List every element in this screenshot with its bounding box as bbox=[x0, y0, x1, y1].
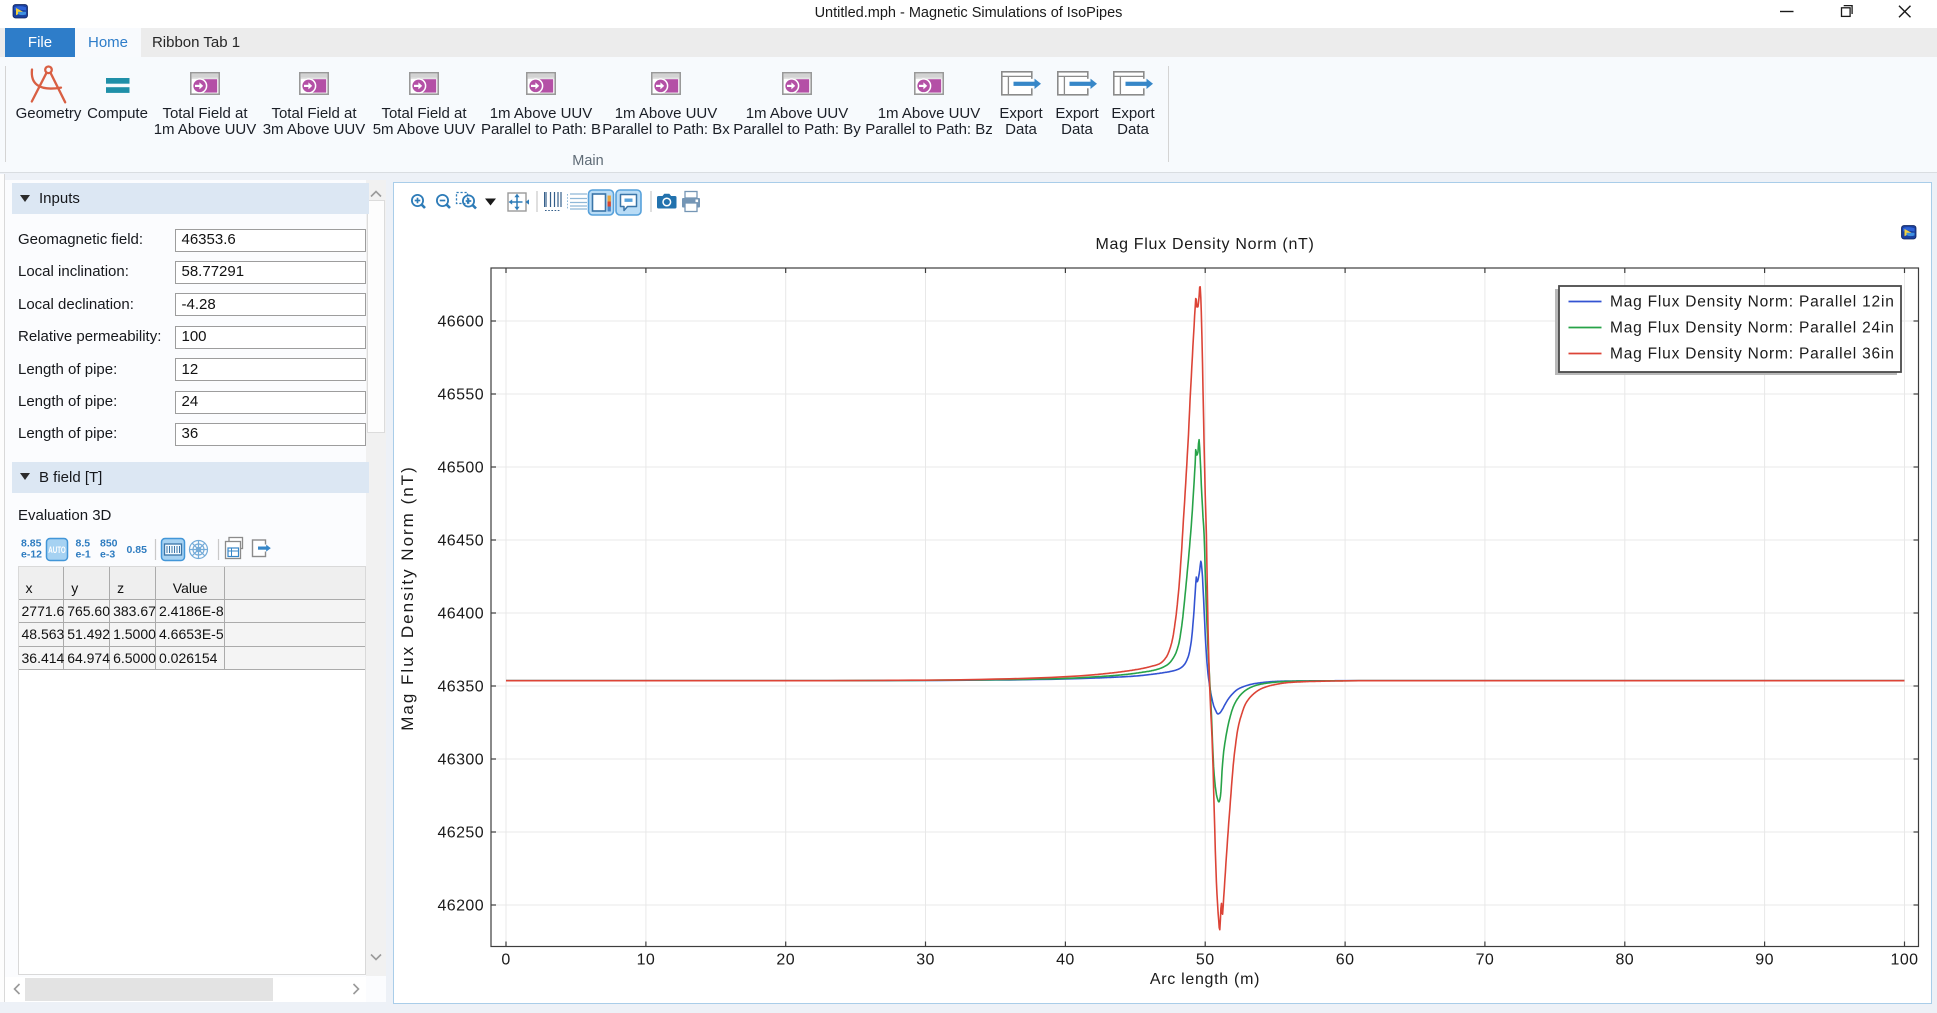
svg-text:e-1: e-1 bbox=[76, 549, 91, 561]
svg-text:70: 70 bbox=[1476, 952, 1495, 969]
svg-text:46200: 46200 bbox=[438, 898, 485, 915]
svg-text:20: 20 bbox=[776, 952, 795, 969]
svg-text:0: 0 bbox=[501, 952, 510, 969]
svg-text:Arc length (m): Arc length (m) bbox=[1150, 971, 1260, 988]
svg-text:100: 100 bbox=[1891, 952, 1919, 969]
svg-text:46250: 46250 bbox=[438, 825, 485, 842]
svg-text:40: 40 bbox=[1056, 952, 1075, 969]
svg-text:Mag Flux Density Norm: Paralle: Mag Flux Density Norm: Parallel 12in bbox=[1610, 294, 1895, 311]
svg-text:46550: 46550 bbox=[438, 387, 485, 404]
svg-text:Mag Flux Density Norm (nT): Mag Flux Density Norm (nT) bbox=[1095, 236, 1314, 253]
svg-text:46500: 46500 bbox=[438, 460, 485, 477]
svg-text:46350: 46350 bbox=[438, 679, 485, 696]
svg-text:Mag Flux Density Norm: Paralle: Mag Flux Density Norm: Parallel 24in bbox=[1610, 320, 1895, 337]
svg-text:80: 80 bbox=[1615, 952, 1634, 969]
svg-text:46600: 46600 bbox=[438, 314, 485, 331]
svg-text:AUTO: AUTO bbox=[48, 545, 66, 555]
svg-text:e-3: e-3 bbox=[100, 549, 115, 561]
svg-text:60: 60 bbox=[1336, 952, 1355, 969]
svg-text:10: 10 bbox=[637, 952, 656, 969]
svg-text:46450: 46450 bbox=[438, 533, 485, 550]
svg-text:30: 30 bbox=[916, 952, 935, 969]
svg-text:46300: 46300 bbox=[438, 752, 485, 769]
svg-text:90: 90 bbox=[1755, 952, 1774, 969]
svg-text:Mag Flux Density Norm (nT): Mag Flux Density Norm (nT) bbox=[398, 465, 417, 730]
svg-text:e-12: e-12 bbox=[21, 549, 42, 561]
svg-text:50: 50 bbox=[1196, 952, 1215, 969]
svg-text:0.85: 0.85 bbox=[127, 544, 148, 556]
svg-text:46400: 46400 bbox=[438, 606, 485, 623]
svg-text:Mag Flux Density Norm: Paralle: Mag Flux Density Norm: Parallel 36in bbox=[1610, 346, 1895, 363]
